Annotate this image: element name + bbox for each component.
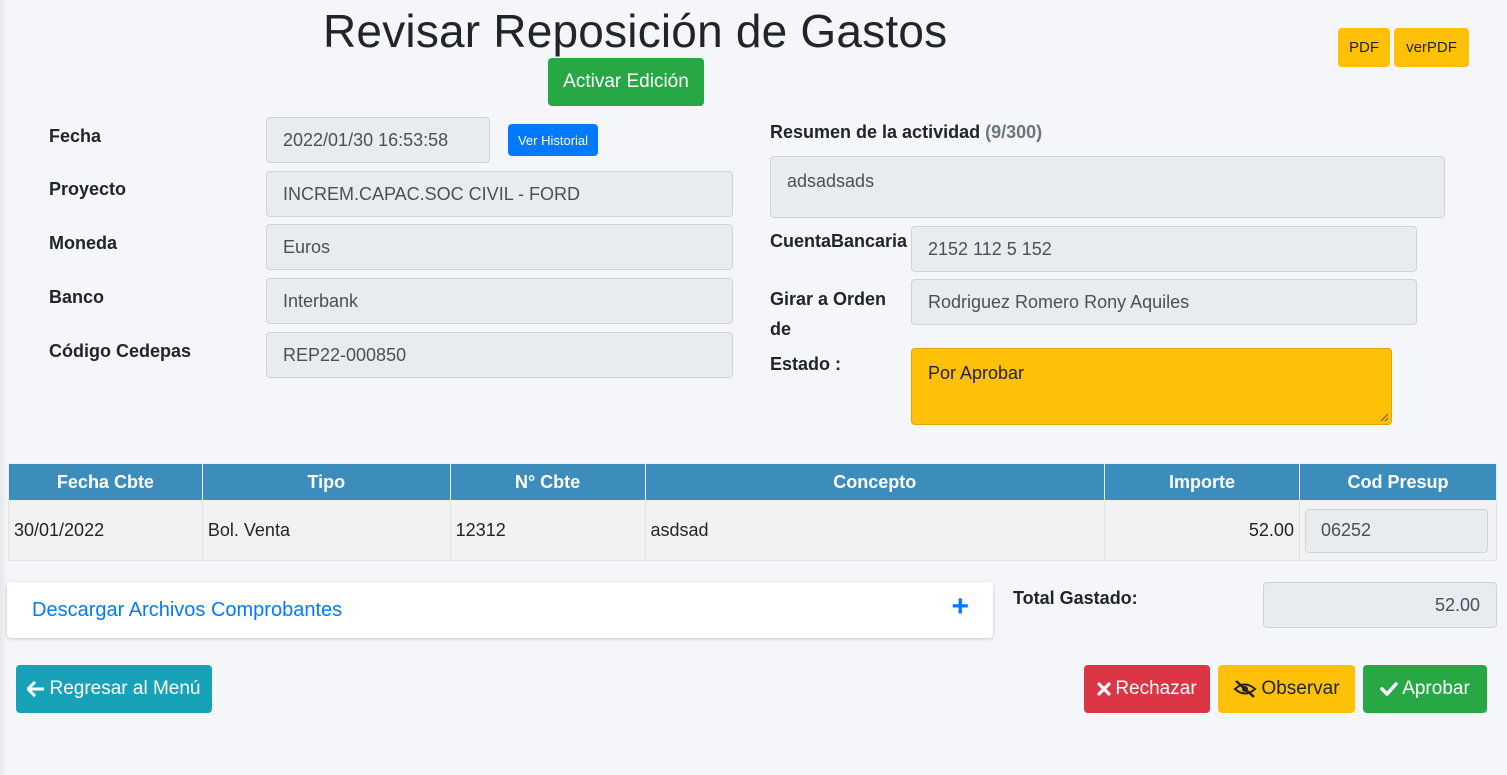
plus-icon[interactable]: + — [951, 590, 969, 624]
rechazar-button[interactable]: Rechazar — [1084, 665, 1210, 713]
pdf-button[interactable]: PDF — [1338, 28, 1390, 67]
check-icon — [1380, 682, 1398, 696]
resumen-counter: (9/300) — [985, 122, 1043, 142]
ver-historial-button[interactable]: Ver Historial — [508, 124, 598, 156]
banco-field[interactable]: Interbank — [266, 278, 733, 324]
ver-pdf-button[interactable]: verPDF — [1394, 28, 1469, 67]
header-importe: Importe — [1104, 463, 1300, 501]
observar-button[interactable]: Observar — [1218, 665, 1355, 713]
header-tipo: Tipo — [201, 463, 451, 501]
cell-tipo: Bol. Venta — [201, 500, 451, 561]
gastos-table: Fecha Cbte Tipo N° Cbte Concepto Importe… — [8, 463, 1498, 561]
rechazar-label: Rechazar — [1115, 678, 1197, 699]
fecha-field[interactable]: 2022/01/30 16:53:58 — [266, 117, 490, 163]
girar-orden-label-line2: de — [770, 319, 792, 339]
cell-numero: 12312 — [449, 500, 646, 561]
eye-slash-icon — [1233, 680, 1257, 698]
cuenta-bancaria-field[interactable]: 2152 112 5 152 — [911, 226, 1417, 272]
resumen-label: Resumen de la actividad (9/300) — [770, 122, 1042, 143]
sidebar-edge — [0, 0, 8, 775]
regresar-menu-label: Regresar al Menú — [49, 678, 201, 699]
proyecto-field[interactable]: INCREM.CAPAC.SOC CIVIL - FORD — [266, 171, 733, 217]
girar-orden-field[interactable]: Rodriguez Romero Rony Aquiles — [911, 279, 1417, 325]
estado-value: Por Aprobar — [928, 363, 1025, 383]
activar-edicion-button[interactable]: Activar Edición — [548, 58, 704, 106]
total-gastado-label: Total Gastado: — [1013, 588, 1138, 608]
cell-fecha: 30/01/2022 — [8, 500, 203, 561]
resumen-label-text: Resumen de la actividad — [770, 122, 981, 142]
page-title: Revisar Reposición de Gastos — [323, 5, 948, 57]
cod-presup-field[interactable]: 06252 — [1304, 508, 1488, 553]
table-header-row: Fecha Cbte Tipo N° Cbte Concepto Importe… — [8, 463, 1498, 501]
codigo-cedepas-label: Código Cedepas — [49, 341, 192, 361]
header-cod-presup: Cod Presup — [1298, 463, 1498, 501]
cell-cod-presup: 06252 — [1298, 500, 1498, 561]
header-numero-cbte: N° Cbte — [449, 463, 646, 501]
cell-concepto: asdsad — [644, 500, 1106, 561]
girar-orden-label-line1: Girar a Orden — [770, 289, 887, 309]
moneda-field[interactable]: Euros — [266, 224, 733, 270]
estado-label: Estado : — [770, 354, 842, 374]
proyecto-label: Proyecto — [49, 179, 127, 199]
estado-textarea[interactable]: Por Aprobar — [911, 348, 1392, 425]
arrow-left-icon — [27, 681, 45, 697]
resize-handle-icon[interactable] — [1379, 412, 1389, 422]
cell-importe: 52.00 — [1104, 500, 1300, 561]
cuenta-bancaria-label: CuentaBancaria — [770, 231, 908, 251]
descargar-archivos-link[interactable]: Descargar Archivos Comprobantes — [32, 599, 342, 622]
total-gastado-field[interactable]: 52.00 — [1263, 582, 1497, 628]
table-row: 30/01/2022 Bol. Venta 12312 asdsad 52.00… — [8, 500, 1498, 561]
descargar-archivos-card[interactable]: Descargar Archivos Comprobantes + — [7, 582, 993, 638]
codigo-cedepas-field[interactable]: REP22-000850 — [266, 332, 733, 378]
aprobar-label: Aprobar — [1402, 678, 1470, 699]
close-icon — [1097, 682, 1111, 696]
aprobar-button[interactable]: Aprobar — [1363, 665, 1487, 713]
header-concepto: Concepto — [644, 463, 1106, 501]
banco-label: Banco — [49, 287, 105, 307]
regresar-menu-button[interactable]: Regresar al Menú — [16, 665, 212, 713]
fecha-label: Fecha — [49, 126, 102, 146]
header-fecha-cbte: Fecha Cbte — [8, 463, 203, 501]
resumen-textarea[interactable]: adsadsads — [770, 156, 1445, 218]
moneda-label: Moneda — [49, 233, 118, 253]
observar-label: Observar — [1261, 678, 1340, 699]
girar-orden-label: Girar a Orden de — [770, 284, 886, 344]
